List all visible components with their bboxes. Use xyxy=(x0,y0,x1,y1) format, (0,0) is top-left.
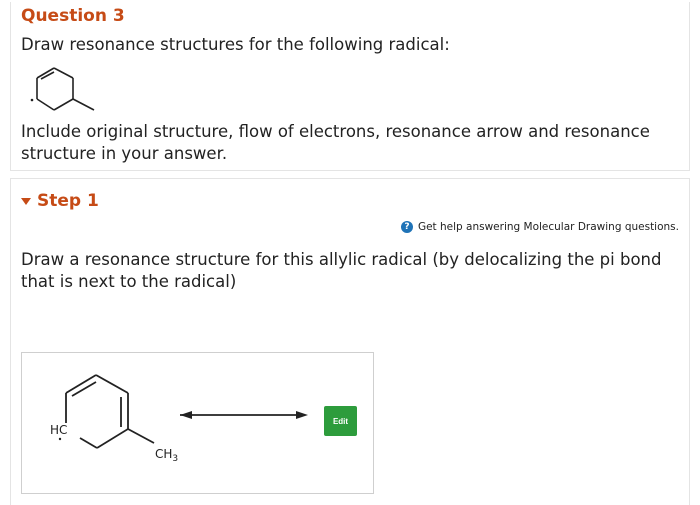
caret-down-icon xyxy=(21,197,31,205)
help-link-label: Get help answering Molecular Drawing que… xyxy=(417,221,679,233)
help-link[interactable]: ? Get help answering Molecular Drawing q… xyxy=(400,221,679,233)
ch3-label: CH3 xyxy=(155,447,178,464)
resonance-molecule-drawing: HC CH3 xyxy=(50,374,308,464)
question-prompt: Draw resonance structures for the follow… xyxy=(21,35,450,54)
edit-button[interactable]: Edit xyxy=(324,406,357,436)
molecule-drawing-box[interactable]: HC CH3 xyxy=(21,352,374,494)
question-card: Question 3 Draw resonance structures for… xyxy=(10,2,690,171)
step-title: Step 1 xyxy=(37,191,99,211)
question-title: Question 3 xyxy=(21,6,125,26)
step-text: Draw a resonance structure for this ally… xyxy=(21,250,662,291)
hc-label: HC xyxy=(50,423,67,437)
step-card: Step 1 ? Get help answering Molecular Dr… xyxy=(10,178,690,505)
help-icon: ? xyxy=(400,221,413,233)
step-toggle[interactable]: Step 1 xyxy=(21,191,99,211)
question-instructions: Include original structure, flow of elec… xyxy=(21,122,650,163)
radical-molecule-image xyxy=(30,67,95,111)
